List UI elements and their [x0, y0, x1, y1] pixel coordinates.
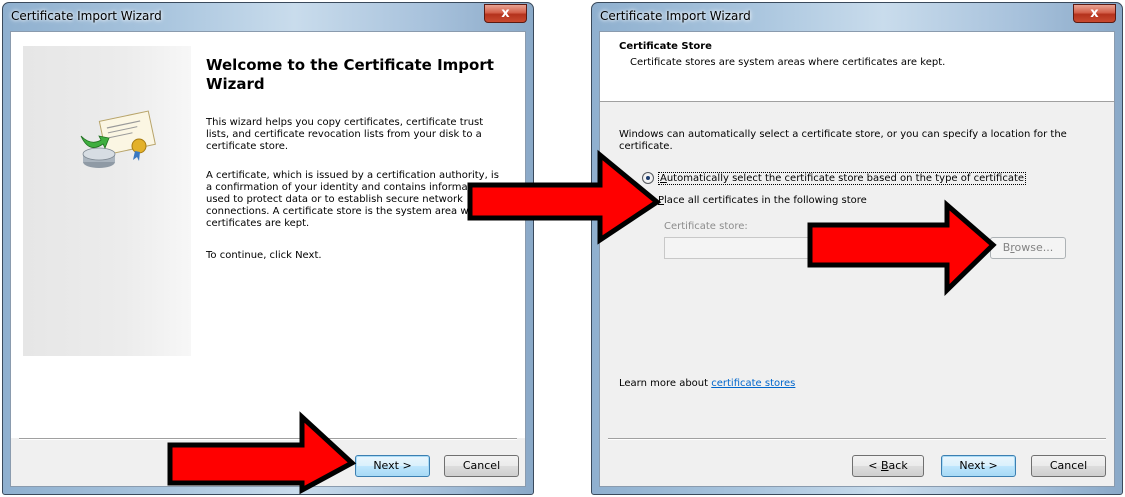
annotation-arrows — [167, 149, 997, 495]
arrow-to-browse-button — [807, 199, 997, 296]
arrow-between-windows — [467, 149, 662, 245]
arrow-to-next-button — [167, 411, 357, 495]
